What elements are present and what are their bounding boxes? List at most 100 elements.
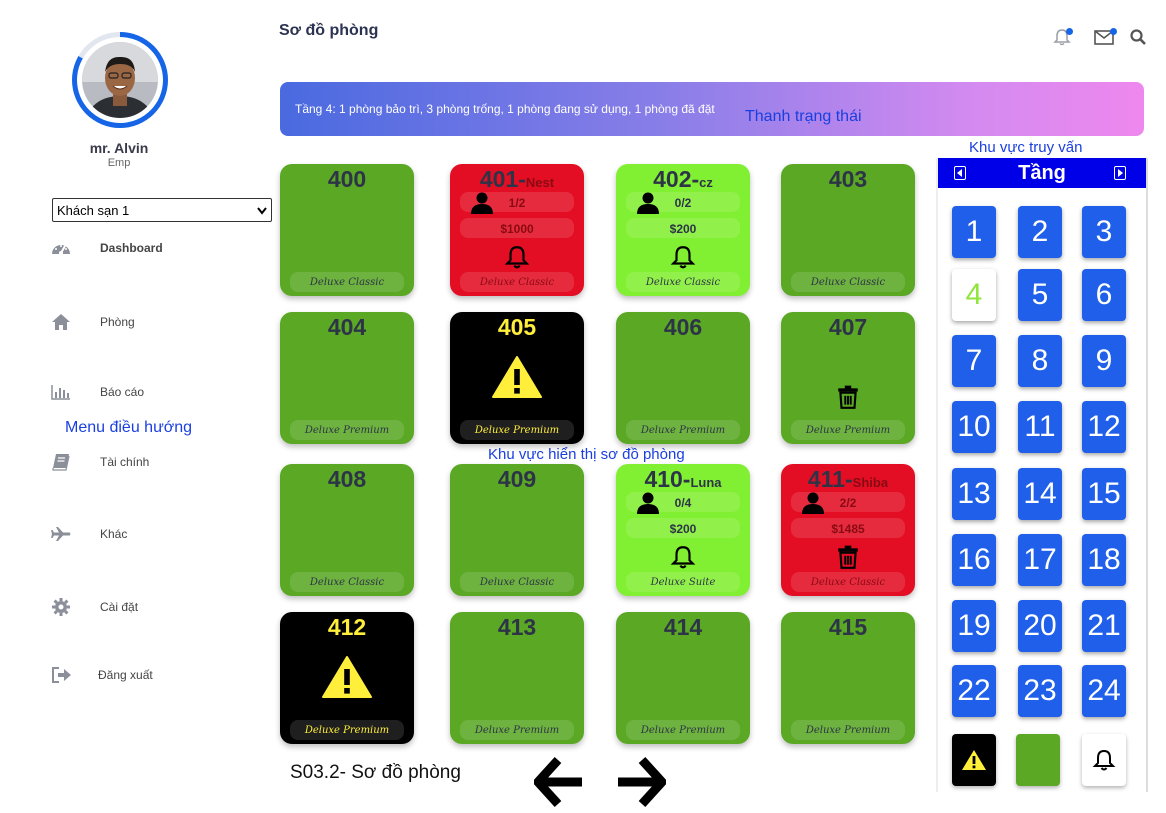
- hotel-select[interactable]: Khách sạn 1: [52, 198, 272, 222]
- room-type: Deluxe Premium: [304, 725, 390, 736]
- floor-button[interactable]: 1: [952, 206, 996, 258]
- floor-button[interactable]: 16: [952, 534, 996, 586]
- room-type: Deluxe Premium: [474, 725, 560, 736]
- dashboard-icon: [50, 238, 72, 258]
- legend-vacant-swatch[interactable]: [1016, 734, 1060, 786]
- legend-booked[interactable]: [1082, 734, 1126, 786]
- room-card[interactable]: 408 Deluxe Classic: [280, 464, 414, 596]
- room-type: Deluxe Classic: [309, 577, 385, 588]
- hotel-select-value: Khách sạn 1: [57, 202, 130, 218]
- room-price: $1485: [831, 522, 865, 536]
- menu-item-tai-chinh[interactable]: Tài chính: [50, 452, 149, 472]
- room-card[interactable]: 407 Deluxe Premium: [781, 312, 915, 444]
- screen-caption: S03.2- Sơ đồ phòng: [290, 762, 461, 783]
- floor-button[interactable]: 7: [952, 335, 996, 387]
- guest-name: Luna: [690, 475, 722, 490]
- guest-name: cz: [699, 175, 713, 190]
- floor-button[interactable]: 15: [1082, 468, 1126, 520]
- menu-item-dang-xuat[interactable]: Đăng xuất: [50, 665, 153, 685]
- annotation-status-bar: Thanh trạng thái: [745, 108, 862, 125]
- guest-name: Shiba: [852, 475, 889, 490]
- floor-button[interactable]: 21: [1082, 600, 1126, 652]
- room-type: Deluxe Classic: [810, 577, 886, 588]
- floor-button[interactable]: 13: [952, 468, 996, 520]
- room-price: $200: [669, 222, 697, 236]
- floor-button[interactable]: 17: [1018, 534, 1062, 586]
- menu-label: Báo cáo: [100, 385, 145, 399]
- room-card[interactable]: 402-cz 0/2 $200 Deluxe Classic: [616, 164, 750, 296]
- next-page-button[interactable]: [614, 756, 669, 808]
- floor-button[interactable]: 23: [1018, 665, 1062, 717]
- floor-button[interactable]: 14: [1018, 468, 1062, 520]
- room-card[interactable]: 405 Deluxe Premium: [450, 312, 584, 444]
- room-card[interactable]: 404 Deluxe Premium: [280, 312, 414, 444]
- avatar[interactable]: [72, 32, 168, 128]
- floor-button[interactable]: 8: [1018, 335, 1062, 387]
- guest-name: Nest: [525, 175, 555, 190]
- chevron-down-icon: [257, 203, 267, 218]
- search-button[interactable]: [1127, 28, 1149, 50]
- menu-item-khac[interactable]: Khác: [50, 524, 127, 544]
- floor-button[interactable]: 3: [1082, 206, 1126, 258]
- warning-icon: [962, 750, 986, 770]
- chart-icon: [50, 382, 72, 402]
- floor-button[interactable]: 5: [1018, 269, 1062, 321]
- room-card[interactable]: 400 Deluxe Classic: [280, 164, 414, 296]
- room-card[interactable]: 414 Deluxe Premium: [616, 612, 750, 744]
- bell-icon: [1092, 749, 1116, 771]
- menu-item-bao-cao[interactable]: Báo cáo: [50, 382, 144, 402]
- arrow-right-icon: [618, 756, 669, 808]
- annotation-query-area: Khu vực truy vấn: [969, 139, 1083, 156]
- room-card[interactable]: 411-Shiba 2/2 $1485 Deluxe Classic: [781, 464, 915, 596]
- floor-button[interactable]: 12: [1082, 401, 1126, 453]
- menu-item-dashboard[interactable]: Dashboard: [50, 238, 163, 258]
- prev-page-button[interactable]: [531, 756, 586, 808]
- floor-button[interactable]: 11: [1018, 401, 1062, 453]
- notification-bell-button[interactable]: [1051, 28, 1073, 50]
- room-type: Deluxe Premium: [474, 425, 560, 436]
- status-bar: Tầng 4: 1 phòng bảo trì, 3 phòng trống, …: [280, 82, 1144, 136]
- mail-button[interactable]: [1092, 28, 1117, 50]
- room-type: Deluxe Premium: [805, 425, 891, 436]
- floor-button[interactable]: 19: [952, 600, 996, 652]
- menu-item-cai-dat[interactable]: Cài đặt: [50, 597, 138, 617]
- floor-button[interactable]: 24: [1082, 665, 1126, 717]
- room-price: $1000: [500, 222, 534, 236]
- room-card[interactable]: 409 Deluxe Classic: [450, 464, 584, 596]
- room-card[interactable]: 401-Nest 1/2 $1000 Deluxe Classic: [450, 164, 584, 296]
- room-number: 407: [828, 314, 868, 340]
- floor-button[interactable]: 22: [952, 665, 996, 717]
- search-icon: [1129, 28, 1147, 51]
- menu-item-phong[interactable]: Phòng: [50, 312, 135, 332]
- prev-floor-button[interactable]: [954, 166, 966, 180]
- book-icon: [50, 452, 72, 472]
- plane-icon: [50, 524, 72, 544]
- room-card[interactable]: 406 Deluxe Premium: [616, 312, 750, 444]
- menu-label: Dashboard: [100, 241, 163, 255]
- room-card[interactable]: 415 Deluxe Premium: [781, 612, 915, 744]
- floor-button[interactable]: 10: [952, 401, 996, 453]
- floor-button[interactable]: 18: [1082, 534, 1126, 586]
- legend-maintenance[interactable]: [952, 734, 996, 786]
- logout-icon: [50, 665, 72, 685]
- room-card[interactable]: 410-Luna 0/4 $200 Deluxe Suite: [616, 464, 750, 596]
- room-card[interactable]: 412 Deluxe Premium: [280, 612, 414, 744]
- floor-button[interactable]: 9: [1082, 335, 1126, 387]
- room-number: 400: [327, 166, 367, 192]
- warning-icon: [280, 654, 414, 705]
- room-card[interactable]: 403 Deluxe Classic: [781, 164, 915, 296]
- trash-icon: [781, 384, 915, 415]
- floor-button[interactable]: 6: [1082, 269, 1126, 321]
- next-floor-button[interactable]: [1114, 166, 1126, 180]
- floor-button[interactable]: 2: [1018, 206, 1062, 258]
- room-type: Deluxe Classic: [309, 277, 385, 288]
- page-title: Sơ đồ phòng: [279, 22, 379, 39]
- bell-icon: [616, 244, 750, 275]
- room-type: Deluxe Suite: [650, 577, 716, 588]
- room-number: 403: [828, 166, 868, 192]
- home-icon: [50, 312, 72, 332]
- room-card[interactable]: 413 Deluxe Premium: [450, 612, 584, 744]
- room-number: 414: [663, 614, 703, 640]
- floor-button[interactable]: 4: [952, 269, 996, 321]
- floor-button[interactable]: 20: [1018, 600, 1062, 652]
